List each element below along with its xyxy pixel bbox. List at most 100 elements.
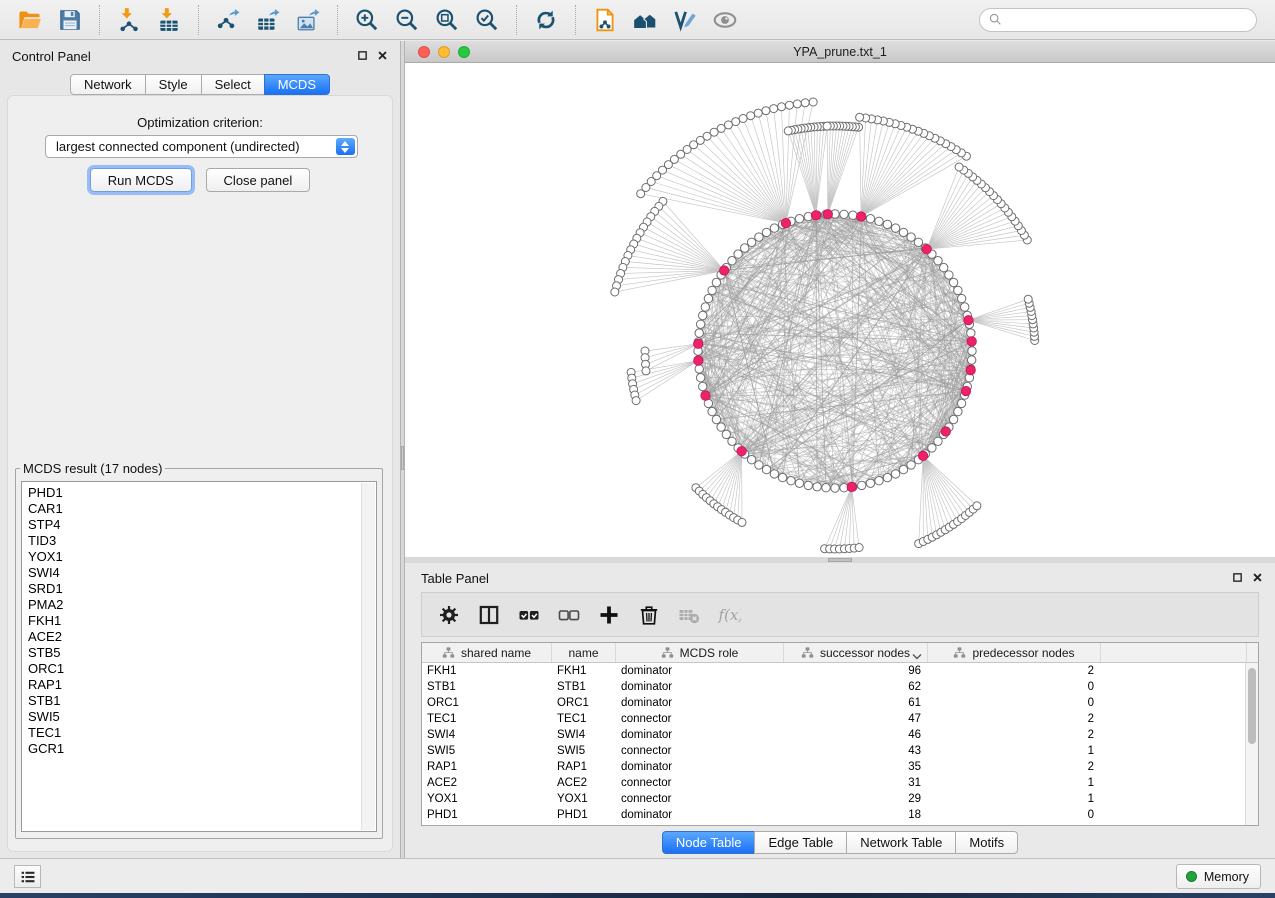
network-node[interactable] bbox=[696, 374, 704, 382]
cell-successor-nodes[interactable]: 96 bbox=[784, 663, 928, 679]
network-node[interactable] bbox=[762, 107, 770, 115]
network-node[interactable] bbox=[801, 99, 809, 107]
cell-shared-name[interactable]: ORC1 bbox=[422, 695, 552, 711]
cell-mcds-role[interactable]: dominator bbox=[616, 807, 784, 823]
mcds-result-item[interactable]: PHD1 bbox=[28, 485, 360, 501]
network-node[interactable] bbox=[701, 303, 709, 311]
cell-successor-nodes[interactable]: 62 bbox=[784, 679, 928, 695]
tab-select[interactable]: Select bbox=[201, 74, 265, 95]
refresh-button[interactable] bbox=[526, 3, 566, 37]
network-node[interactable] bbox=[747, 112, 755, 120]
cell-name[interactable]: ACE2 bbox=[552, 775, 616, 791]
mcds-list-scrollbar[interactable] bbox=[361, 483, 375, 830]
network-node-dominator[interactable] bbox=[856, 212, 865, 221]
network-node[interactable] bbox=[611, 288, 619, 296]
network-node[interactable] bbox=[934, 437, 942, 445]
cell-predecessor-nodes[interactable]: 0 bbox=[928, 695, 1101, 711]
network-file-button[interactable] bbox=[585, 3, 625, 37]
network-node[interactable] bbox=[738, 518, 746, 526]
network-node[interactable] bbox=[762, 228, 770, 236]
network-node[interactable] bbox=[739, 115, 747, 123]
memory-button[interactable]: Memory bbox=[1176, 864, 1261, 889]
cell-name[interactable]: TEC1 bbox=[552, 711, 616, 727]
network-node[interactable] bbox=[722, 430, 730, 438]
network-node-dominator[interactable] bbox=[701, 391, 710, 400]
network-node[interactable] bbox=[741, 244, 749, 252]
float-panel-button[interactable] bbox=[357, 50, 368, 61]
network-graph[interactable] bbox=[405, 63, 1275, 557]
network-node[interactable] bbox=[754, 109, 762, 117]
cell-name[interactable]: SWI5 bbox=[552, 743, 616, 759]
zoom-selected-button[interactable] bbox=[467, 3, 507, 37]
cell-shared-name[interactable]: SWI4 bbox=[422, 727, 552, 743]
cell-name[interactable]: RAP1 bbox=[552, 759, 616, 775]
tab-style[interactable]: Style bbox=[145, 74, 202, 95]
network-node[interactable] bbox=[954, 407, 962, 415]
export-network-button[interactable] bbox=[208, 3, 248, 37]
network-node[interactable] bbox=[708, 286, 716, 294]
cell-shared-name[interactable]: YOX1 bbox=[422, 791, 552, 807]
network-node[interactable] bbox=[637, 190, 645, 198]
cell-shared-name[interactable]: PHD1 bbox=[422, 807, 552, 823]
network-node[interactable] bbox=[747, 238, 755, 246]
cell-name[interactable]: SWI4 bbox=[552, 727, 616, 743]
network-node[interactable] bbox=[795, 215, 803, 223]
network-node[interactable] bbox=[732, 118, 740, 126]
network-node[interactable] bbox=[957, 294, 965, 302]
network-node[interactable] bbox=[699, 382, 707, 390]
cell-name[interactable]: FKH1 bbox=[552, 663, 616, 679]
network-node[interactable] bbox=[712, 278, 720, 286]
network-node[interactable] bbox=[957, 399, 965, 407]
network-node[interactable] bbox=[695, 329, 703, 337]
network-node-dominator[interactable] bbox=[918, 451, 927, 460]
cell-mcds-role[interactable]: dominator bbox=[616, 727, 784, 743]
table-row[interactable]: ORC1ORC1dominator610 bbox=[422, 695, 1245, 711]
network-node[interactable] bbox=[784, 127, 792, 135]
save-session-button[interactable] bbox=[50, 3, 90, 37]
optimization-criterion-dropdown[interactable]: largest connected component (undirected) bbox=[45, 135, 358, 158]
network-node[interactable] bbox=[770, 224, 778, 232]
network-node[interactable] bbox=[891, 470, 899, 478]
table-row[interactable]: TEC1TEC1connector472 bbox=[422, 711, 1245, 727]
cell-mcds-role[interactable]: connector bbox=[616, 775, 784, 791]
cell-mcds-role[interactable]: connector bbox=[616, 743, 784, 759]
table-row[interactable]: RAP1RAP1dominator352 bbox=[422, 759, 1245, 775]
network-node[interactable] bbox=[858, 481, 866, 489]
show-panel-list-button[interactable] bbox=[14, 865, 41, 888]
network-node[interactable] bbox=[875, 477, 883, 485]
mcds-result-item[interactable]: STP4 bbox=[28, 517, 360, 533]
cell-name[interactable]: YOX1 bbox=[552, 791, 616, 807]
close-window-icon[interactable] bbox=[418, 46, 430, 58]
network-node[interactable] bbox=[804, 481, 812, 489]
network-node[interactable] bbox=[785, 101, 793, 109]
network-node-dominator[interactable] bbox=[781, 218, 790, 227]
network-node[interactable] bbox=[875, 217, 883, 225]
network-node[interactable] bbox=[1024, 295, 1032, 303]
zoom-out-button[interactable] bbox=[387, 3, 427, 37]
import-table-button[interactable] bbox=[149, 3, 189, 37]
float-table-panel-button[interactable] bbox=[1232, 572, 1243, 583]
column-header-successor-nodes[interactable]: successor nodes bbox=[784, 643, 928, 662]
cell-successor-nodes[interactable]: 47 bbox=[784, 711, 928, 727]
table-row[interactable]: STB1STB1dominator620 bbox=[422, 679, 1245, 695]
cell-name[interactable]: STB1 bbox=[552, 679, 616, 695]
network-node[interactable] bbox=[747, 456, 755, 464]
network-node[interactable] bbox=[755, 461, 763, 469]
cell-shared-name[interactable]: TEC1 bbox=[422, 711, 552, 727]
network-node[interactable] bbox=[793, 100, 801, 108]
network-node[interactable] bbox=[961, 303, 969, 311]
network-node-dominator[interactable] bbox=[823, 210, 832, 219]
cell-predecessor-nodes[interactable]: 0 bbox=[928, 679, 1101, 695]
delete-column-button[interactable] bbox=[635, 601, 663, 629]
network-node[interactable] bbox=[770, 105, 778, 113]
mcds-result-item[interactable]: ORC1 bbox=[28, 661, 360, 677]
select-all-button[interactable] bbox=[515, 601, 543, 629]
mcds-result-item[interactable]: STB1 bbox=[28, 693, 360, 709]
column-header-predecessor-nodes[interactable]: predecessor nodes bbox=[928, 643, 1101, 662]
cell-mcds-role[interactable]: dominator bbox=[616, 663, 784, 679]
network-node[interactable] bbox=[934, 257, 942, 265]
network-node[interactable] bbox=[945, 271, 953, 279]
network-node-dominator[interactable] bbox=[694, 339, 703, 348]
network-node[interactable] bbox=[899, 228, 907, 236]
mcds-result-item[interactable]: FKH1 bbox=[28, 613, 360, 629]
